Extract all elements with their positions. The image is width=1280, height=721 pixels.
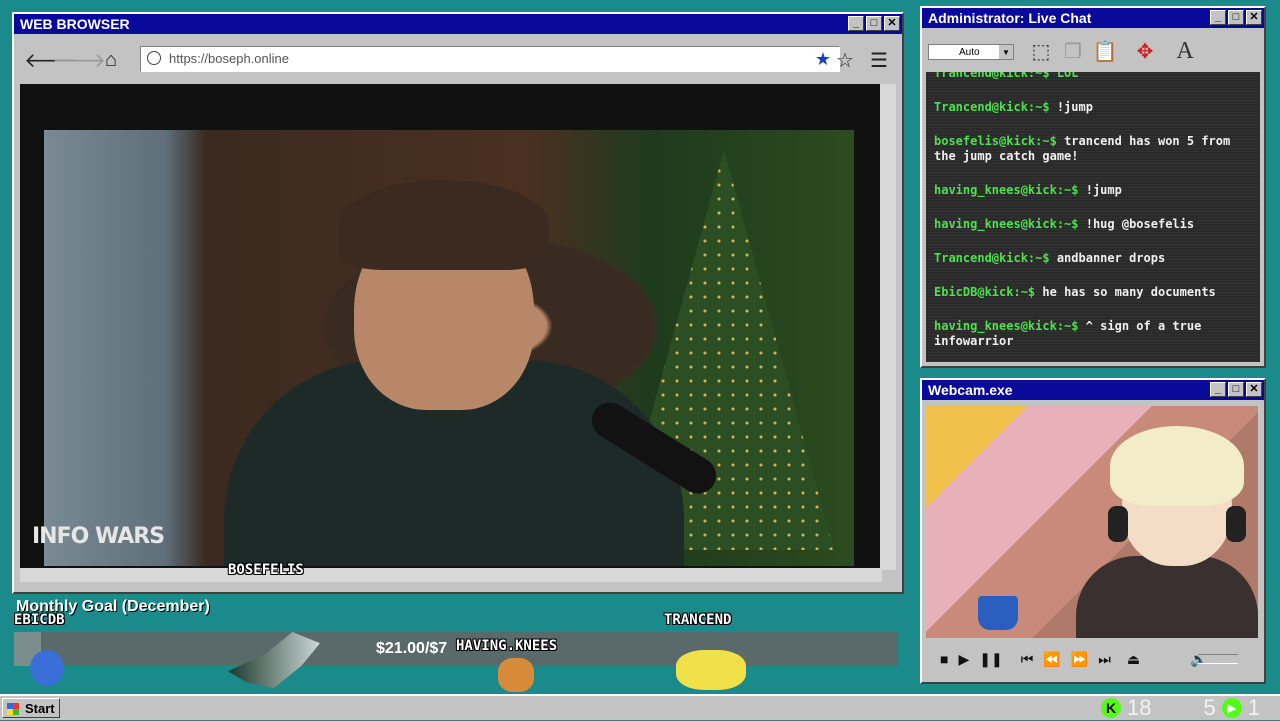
sprite-trancend (676, 650, 746, 690)
pause-icon[interactable]: ❚❚ (979, 651, 1002, 668)
chat-username[interactable]: having_knees@kick:~$ (934, 183, 1079, 197)
chat-partial-line: Trancend@kick:~$ LOL (934, 72, 1079, 80)
fast-forward-icon[interactable]: ⏩ (1071, 651, 1088, 668)
blue-mug (978, 596, 1018, 630)
skip-forward-icon[interactable]: ⏭ (1098, 651, 1111, 668)
name-tag-ebicdb: EBICDB (14, 612, 65, 628)
chat-username[interactable]: having_knees@kick:~$ (934, 319, 1079, 333)
volume-slider[interactable] (1198, 654, 1238, 664)
name-tag-having-knees: HAVING.KNEES (456, 638, 558, 654)
stop-icon[interactable]: ■ (940, 651, 948, 667)
browser-title: WEB BROWSER (20, 16, 130, 32)
avatar-hair (1110, 426, 1244, 506)
minimize-button[interactable]: _ (1210, 10, 1226, 25)
infowars-logo: INFO WARS (32, 524, 165, 549)
close-button[interactable]: ✕ (1246, 382, 1262, 397)
browser-titlebar[interactable]: WEB BROWSER _ □ ✕ (14, 14, 902, 34)
media-controls: ■ ▶ ❚❚ ⏮ ⏪ ⏩ ⏭ ⏏ 🔈 (926, 644, 1258, 674)
chat-text: !jump (1056, 100, 1093, 114)
goal-amount: $21.00/$7 (376, 640, 448, 657)
extra-count: 1 (1247, 695, 1260, 720)
sprite-ebicdb (30, 650, 64, 686)
eject-icon[interactable]: ⏏ (1127, 651, 1140, 668)
headphone-left (1108, 506, 1128, 542)
browser-toolbar: 🡐 🡒 ⌂ https://boseph.online ★ ☆ ☰ (20, 42, 896, 78)
vertical-scrollbar[interactable] (880, 84, 896, 570)
chat-username[interactable]: Trancend@kick:~$ (934, 251, 1050, 265)
chat-text: !jump (1085, 183, 1122, 197)
paste-icon[interactable]: 📋 (1090, 36, 1120, 66)
follower-count: 5 (1203, 695, 1216, 720)
browser-window: WEB BROWSER _ □ ✕ 🡐 🡒 ⌂ https://boseph.o… (12, 12, 904, 594)
webcam-titlebar[interactable]: Webcam.exe _ □ ✕ (922, 380, 1264, 400)
chat-text: he has so many documents (1042, 285, 1216, 299)
chat-message: having_knees@kick:~$ ^ sign of a true in… (934, 319, 1252, 349)
name-tag-trancend: TRANCEND (664, 612, 732, 628)
maximize-button[interactable]: □ (1228, 10, 1244, 25)
vtuber-avatar-image (926, 406, 1258, 638)
kick-logo-icon: K (1101, 698, 1122, 718)
sprite-having-knees (498, 658, 534, 692)
move-icon[interactable]: ✥ (1130, 36, 1160, 66)
chat-titlebar[interactable]: Administrator: Live Chat _ □ ✕ (922, 8, 1264, 28)
maximize-button[interactable]: □ (1228, 382, 1244, 397)
font-size-value: Auto (959, 47, 980, 58)
webcam-window: Webcam.exe _ □ ✕ ■ ▶ ❚❚ ⏮ ⏪ ⏩ ⏭ ⏏ 🔈 (920, 378, 1266, 684)
favorites-star-icon[interactable]: ☆ (832, 47, 858, 73)
chevron-down-icon: ▼ (999, 45, 1013, 59)
chat-title: Administrator: Live Chat (928, 10, 1092, 26)
menu-icon[interactable]: ☰ (866, 47, 892, 73)
chat-message: bosefelis@kick:~$ trancend has won 5 fro… (934, 134, 1252, 164)
streamer-hair (339, 180, 549, 270)
stream-video: INFO WARS (20, 84, 882, 570)
video-frame (44, 130, 854, 566)
webcam-title: Webcam.exe (928, 382, 1013, 398)
chat-message: EbicDB@kick:~$ he has so many documents (934, 285, 1252, 300)
chat-message: having_knees@kick:~$ !hug @bosefelis (934, 217, 1252, 232)
chat-message: Trancend@kick:~$ andbanner drops (934, 251, 1252, 266)
chat-username[interactable]: EbicDB@kick:~$ (934, 285, 1035, 299)
address-bar[interactable]: https://boseph.online ★ (140, 46, 840, 72)
forward-arrow-icon[interactable]: 🡒 (52, 47, 106, 73)
chat-text: andbanner drops (1056, 251, 1166, 265)
headphone-right (1226, 506, 1246, 542)
horizontal-scrollbar[interactable] (20, 568, 882, 582)
maximize-button[interactable]: □ (866, 16, 882, 31)
name-tag-bosefelis: BOSEFELIS (228, 562, 304, 578)
chat-message: having_knees@kick:~$ !jump (934, 183, 1252, 198)
minimize-button[interactable]: _ (1210, 382, 1226, 397)
home-icon[interactable]: ⌂ (98, 47, 124, 73)
close-button[interactable]: ✕ (1246, 10, 1262, 25)
chat-log[interactable]: Trancend@kick:~$ LOL Trancend@kick:~$ !j… (926, 72, 1260, 362)
windows-logo-icon (7, 703, 19, 715)
bookmark-star-icon[interactable]: ★ (815, 47, 831, 71)
chat-username[interactable]: having_knees@kick:~$ (934, 217, 1079, 231)
play-circle-icon: ▶ (1221, 698, 1242, 718)
start-button[interactable]: Start (2, 698, 60, 718)
play-icon[interactable]: ▶ (958, 651, 969, 668)
minimize-button[interactable]: _ (848, 16, 864, 31)
viewer-count: 18 (1127, 695, 1152, 720)
select-icon[interactable]: ⬚ (1026, 36, 1056, 66)
chat-message: Trancend@kick:~$ !jump (934, 100, 1252, 115)
chat-username[interactable]: Trancend@kick:~$ (934, 100, 1050, 114)
chat-text: !hug @bosefelis (1085, 217, 1195, 231)
close-button[interactable]: ✕ (884, 16, 900, 31)
chat-username[interactable]: bosefelis@kick:~$ (934, 134, 1057, 148)
skip-back-icon[interactable]: ⏮ (1021, 651, 1034, 668)
avatar-body (1076, 556, 1258, 638)
copy-icon[interactable]: ❐ (1058, 36, 1088, 66)
rewind-icon[interactable]: ⏪ (1043, 651, 1060, 668)
chat-window: Administrator: Live Chat _ □ ✕ Auto ▼ ⬚ … (920, 6, 1266, 368)
globe-icon (147, 51, 161, 65)
address-url: https://boseph.online (169, 51, 289, 66)
font-icon[interactable]: A (1170, 36, 1200, 66)
chat-toolbar: Auto ▼ ⬚ ❐ 📋 ✥ A (926, 32, 1260, 70)
font-size-select[interactable]: Auto ▼ (928, 44, 1014, 60)
system-tray: K 18 5 ▶ 1 (1101, 695, 1260, 720)
taskbar: Start K 18 5 ▶ 1 (0, 694, 1280, 720)
start-label: Start (25, 701, 55, 716)
